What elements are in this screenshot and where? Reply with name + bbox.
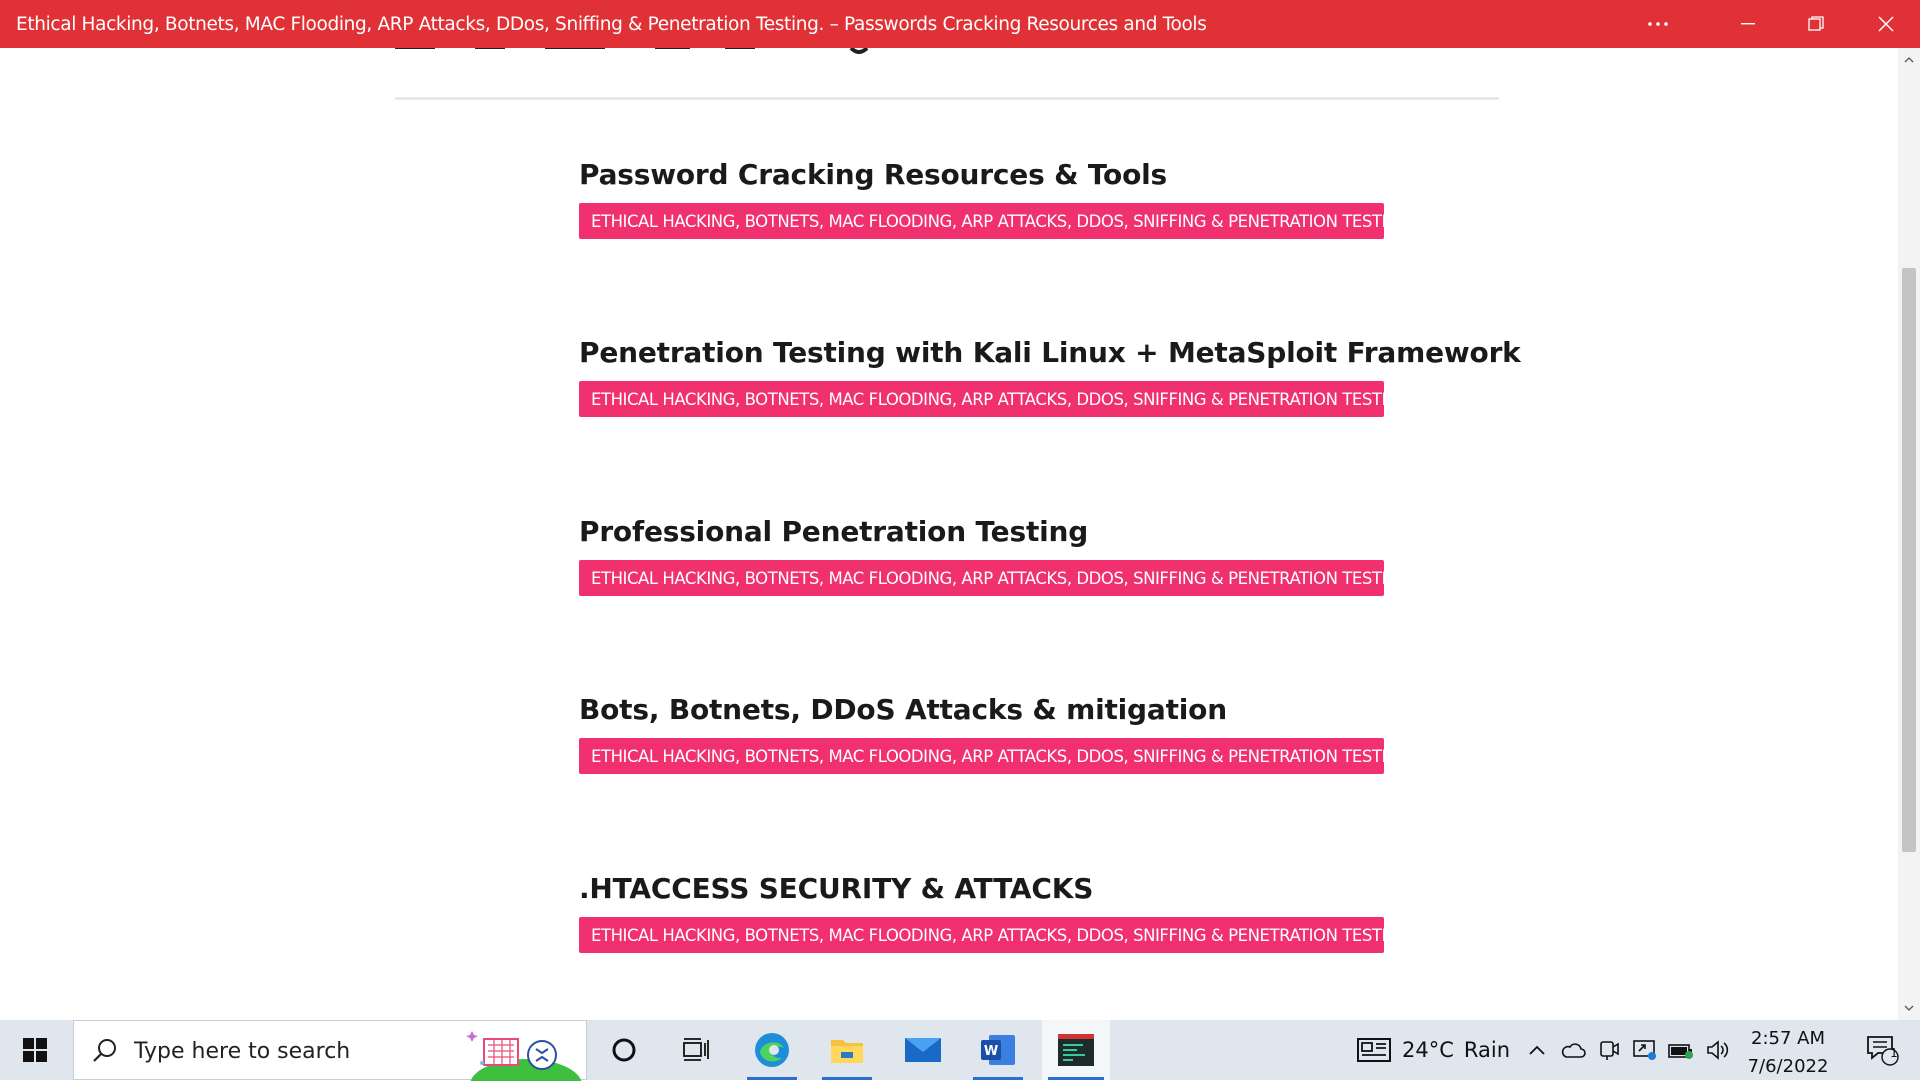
active-app-icon [1058,1034,1094,1066]
cortana-button[interactable] [593,1020,655,1080]
task-view-icon [683,1038,709,1061]
minimize-button[interactable] [1714,0,1782,48]
scroll-up-arrow-icon[interactable] [1903,54,1915,66]
task-view-button[interactable] [665,1020,727,1080]
windows-logo-icon [23,1038,47,1062]
search-highlight-illustration-icon [466,1031,582,1081]
meet-now-icon [1600,1041,1619,1060]
cut-off-heading [395,48,869,54]
scroll-down-arrow-icon[interactable] [1903,1002,1915,1014]
post-item: Password Cracking Resources & Tools ETHI… [579,155,1479,239]
start-button[interactable] [0,1020,70,1080]
notification-count: 1 [1890,1046,1898,1060]
post-item: Bots, Botnets, DDoS Attacks & mitigation… [579,690,1479,774]
word-taskbar-button[interactable]: W [967,1020,1029,1080]
divider [395,97,1499,100]
window-titlebar: Ethical Hacking, Botnets, MAC Flooding, … [0,0,1920,48]
mail-icon [905,1038,941,1062]
svg-text:W: W [984,1044,998,1059]
restore-icon [1808,16,1824,31]
taskbar: Type here to search W 24°C Rain 2:57 AM … [0,1020,1920,1081]
cortana-icon [612,1038,636,1062]
battery-charging-icon [1668,1044,1693,1059]
cloud-icon [1561,1043,1586,1058]
page-content: Password Cracking Resources & Tools ETHI… [0,48,1898,1020]
search-icon [93,1039,116,1062]
clock-time: 2:57 AM [1751,1028,1825,1049]
close-button[interactable] [1852,0,1920,48]
more-options-button[interactable] [1624,0,1692,48]
onedrive-tray-button[interactable] [1556,1020,1590,1080]
mail-taskbar-button[interactable] [892,1020,954,1080]
edge-icon [755,1033,789,1067]
post-item: Professional Penetration Testing ETHICAL… [579,512,1479,596]
chevron-up-icon [1529,1045,1545,1055]
action-center-button[interactable]: 1 [1852,1020,1912,1080]
close-icon [1878,16,1894,32]
volume-tray-button[interactable] [1700,1020,1734,1080]
post-category-tag[interactable]: ETHICAL HACKING, BOTNETS, MAC FLOODING, … [579,203,1415,239]
post-category-tag[interactable]: ETHICAL HACKING, BOTNETS, MAC FLOODING, … [579,917,1415,953]
speaker-icon [1707,1040,1729,1060]
show-hidden-icons-button[interactable] [1520,1020,1554,1080]
weather-temperature: 24°C [1402,1038,1454,1062]
search-placeholder: Type here to search [134,1039,351,1064]
display-tray-button[interactable] [1628,1020,1662,1080]
battery-tray-button[interactable] [1664,1020,1698,1080]
more-icon [1648,22,1668,26]
post-item: Penetration Testing with Kali Linux + Me… [579,333,1521,417]
active-app-taskbar-button[interactable] [1042,1020,1110,1080]
weather-widget[interactable]: 24°C Rain [1356,1020,1510,1080]
window-title: Ethical Hacking, Botnets, MAC Flooding, … [16,14,1207,35]
taskbar-search-box[interactable]: Type here to search [73,1020,587,1081]
post-title[interactable]: Bots, Botnets, DDoS Attacks & mitigation [579,690,1479,730]
restore-button[interactable] [1782,0,1850,48]
vertical-scrollbar[interactable] [1898,48,1920,1020]
post-category-tag[interactable]: ETHICAL HACKING, BOTNETS, MAC FLOODING, … [579,560,1415,596]
word-icon: W [981,1035,1015,1065]
post-item: .HTACCESS SECURITY & ATTACKS ETHICAL HAC… [579,869,1479,953]
news-icon [1357,1038,1391,1062]
file-explorer-icon [831,1040,863,1063]
minimize-icon [1741,23,1755,25]
display-icon [1633,1040,1656,1060]
post-title[interactable]: Professional Penetration Testing [579,512,1479,552]
edge-taskbar-button[interactable] [741,1020,803,1080]
post-title[interactable]: .HTACCESS SECURITY & ATTACKS [579,869,1479,909]
weather-condition: Rain [1463,1038,1511,1062]
post-category-tag[interactable]: ETHICAL HACKING, BOTNETS, MAC FLOODING, … [579,738,1415,774]
clock-date: 7/6/2022 [1747,1056,1829,1077]
meet-now-tray-button[interactable] [1592,1020,1626,1080]
scrollbar-thumb[interactable] [1902,268,1916,852]
post-title[interactable]: Penetration Testing with Kali Linux + Me… [579,333,1521,373]
system-clock[interactable]: 2:57 AM 7/6/2022 [1740,1020,1836,1080]
file-explorer-taskbar-button[interactable] [816,1020,878,1080]
post-title[interactable]: Password Cracking Resources & Tools [579,155,1479,195]
post-category-tag[interactable]: ETHICAL HACKING, BOTNETS, MAC FLOODING, … [579,381,1415,417]
